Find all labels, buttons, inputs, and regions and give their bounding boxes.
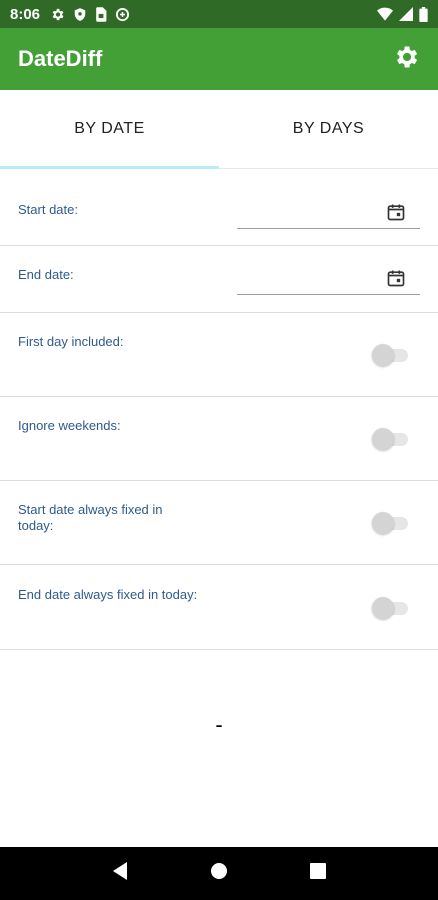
result-text: - [215,712,223,737]
tab-by-days[interactable]: BY DAYS [219,90,438,168]
app-bar: DateDiff [0,28,438,90]
gear-icon [392,43,420,76]
start-date-label: Start date: [18,202,78,217]
start-date-fixed-today-switch[interactable] [372,512,408,534]
first-day-included-row: First day included: [0,313,438,397]
recents-icon [310,863,327,884]
switch-thumb [372,344,394,366]
start-date-fixed-today-row: Start date always fixed in today: [0,481,438,565]
first-day-included-switch[interactable] [372,344,408,366]
home-button[interactable] [199,854,239,894]
recents-button[interactable] [298,854,338,894]
home-icon [210,862,228,885]
switch-thumb [372,597,394,619]
ignore-weekends-row: Ignore weekends: [0,397,438,481]
app-title: DateDiff [18,46,103,71]
signal-icon [399,7,413,21]
ignore-weekends-label: Ignore weekends: [18,418,121,433]
end-date-row: End date: [0,246,438,313]
end-date-fixed-today-row: End date always fixed in today: [0,565,438,650]
status-time: 8:06 [10,5,41,23]
back-icon [111,861,129,886]
data-saver-icon [115,7,130,22]
tab-by-date[interactable]: BY DATE [0,90,219,169]
sim-card-icon [95,6,107,22]
calendar-icon[interactable] [386,202,406,227]
start-date-field[interactable] [237,196,420,229]
status-bar: 8:06 [0,0,438,28]
gear-icon [50,7,65,22]
settings-button[interactable] [386,39,426,79]
start-date-row: Start date: [0,169,438,246]
end-date-label: End date: [18,267,74,282]
battery-icon [419,6,428,22]
shield-icon [73,7,87,22]
switch-thumb [372,512,394,534]
status-icons-right [377,6,428,22]
calendar-icon[interactable] [386,268,406,293]
first-day-included-label: First day included: [18,334,124,349]
switch-thumb [372,428,394,450]
status-icons-left [50,6,130,22]
ignore-weekends-switch[interactable] [372,428,408,450]
end-date-field[interactable] [237,262,420,295]
navigation-bar [0,847,438,900]
back-button[interactable] [100,854,140,894]
wifi-icon [377,7,393,21]
start-date-fixed-today-label: Start date always fixed in today: [18,502,163,533]
tab-bar: BY DATE BY DAYS [0,90,438,169]
end-date-fixed-today-switch[interactable] [372,597,408,619]
end-date-fixed-today-label: End date always fixed in today: [18,587,198,602]
